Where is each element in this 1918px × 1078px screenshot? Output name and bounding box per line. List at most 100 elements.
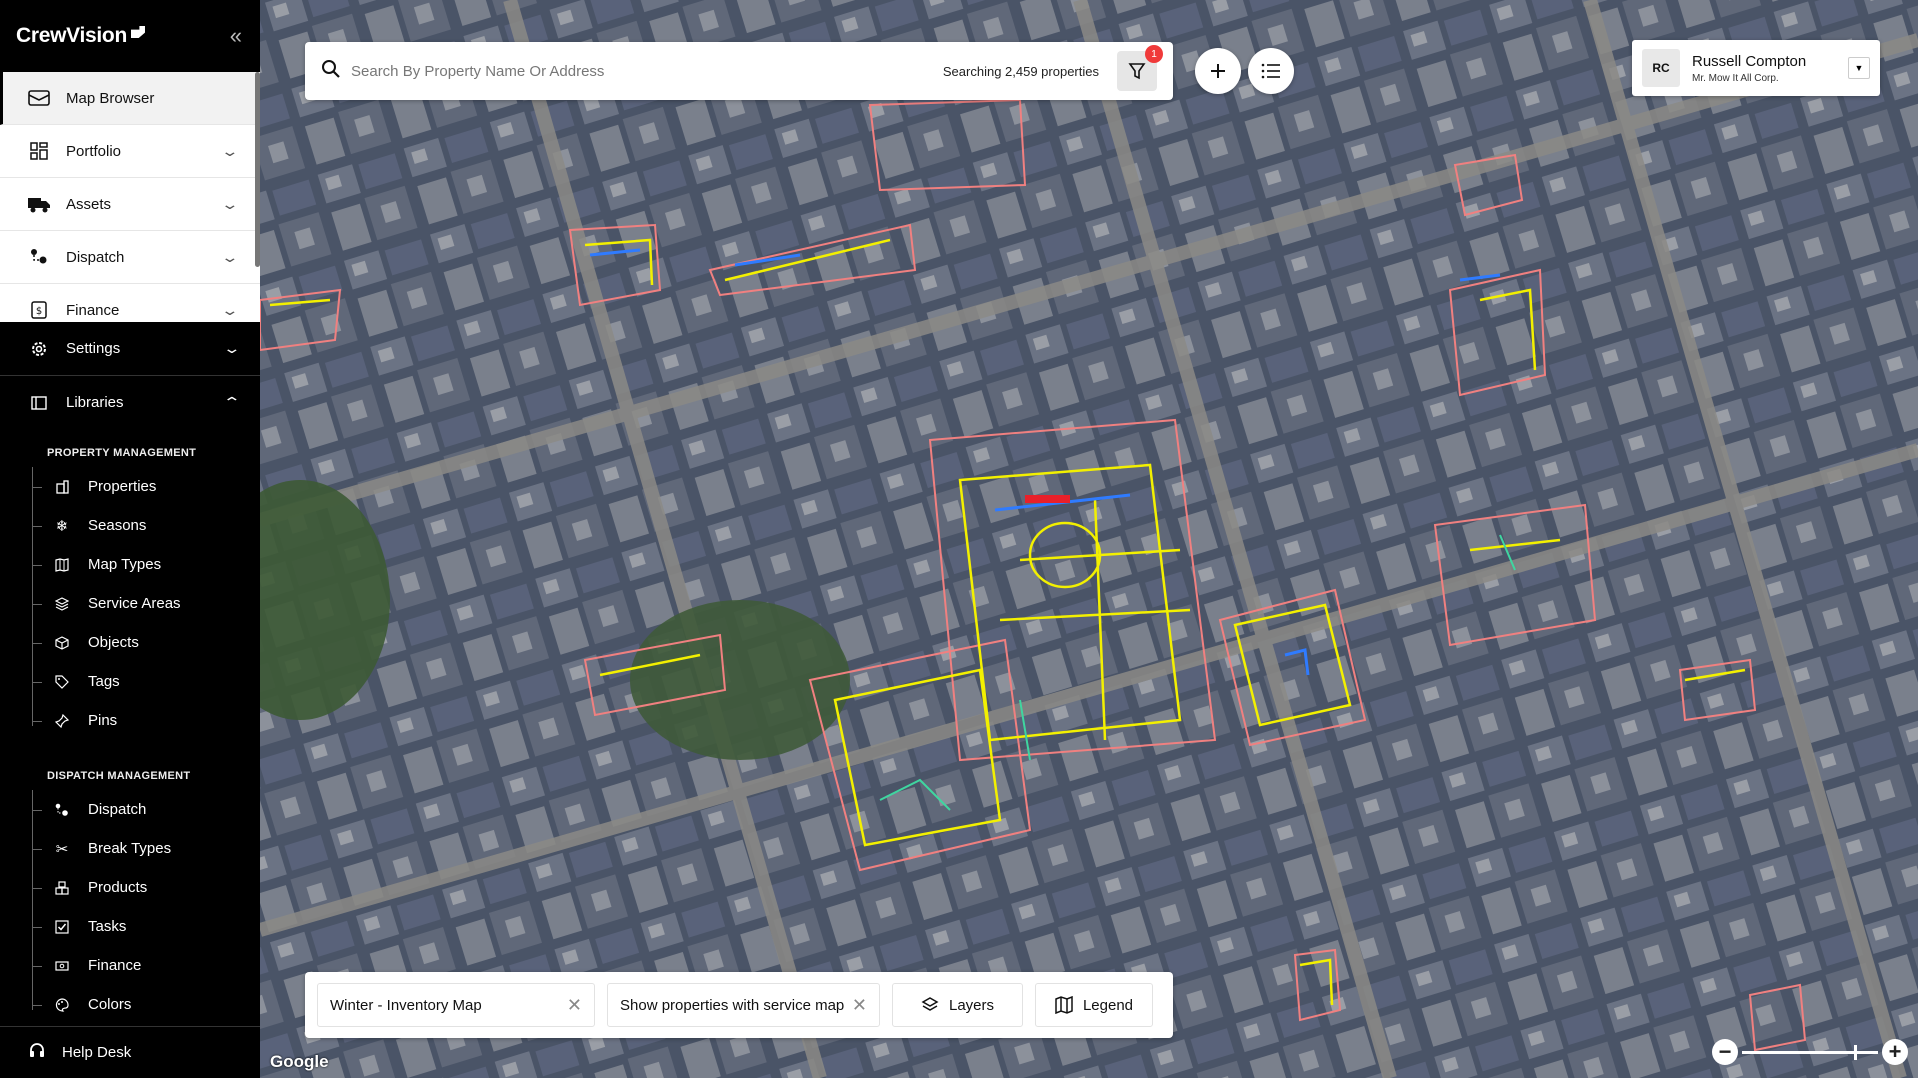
book-icon — [28, 395, 50, 410]
sidebar-item-label: Colors — [88, 996, 132, 1013]
menu-item-label: Map Browser — [66, 89, 155, 107]
snowflake-icon: ❄ — [55, 517, 69, 535]
dollar-icon: $ — [26, 299, 52, 321]
sidebar-item-colors[interactable]: Colors — [32, 985, 260, 1024]
sidebar-item-tags[interactable]: Tags — [32, 662, 260, 701]
chevron-up-icon: ⌃ — [222, 394, 242, 410]
list-view-button[interactable] — [1248, 48, 1294, 94]
menu-item-assets[interactable]: Assets ⌄ — [0, 178, 260, 231]
sidebar-item-label: Tags — [88, 673, 120, 690]
property-filter-value: Show properties with service map — [620, 996, 845, 1014]
chevron-down-icon: ⌄ — [222, 340, 242, 356]
avatar: RC — [1642, 49, 1680, 87]
sidebar-item-pins[interactable]: Pins — [32, 701, 260, 740]
user-menu[interactable]: RC Russell Compton Mr. Mow It All Corp. … — [1632, 40, 1880, 96]
user-name: Russell Compton — [1692, 52, 1807, 70]
brand-logo[interactable]: CrewVision — [16, 24, 145, 48]
chevron-down-icon: ⌄ — [220, 301, 240, 318]
search-icon[interactable] — [321, 59, 341, 84]
section-title-dispatch-management: DISPATCH MANAGEMENT — [47, 770, 191, 782]
help-desk-link[interactable]: Help Desk — [0, 1026, 260, 1078]
chevron-down-icon: ⌄ — [220, 248, 240, 265]
legend-button[interactable]: Legend — [1035, 983, 1153, 1027]
brand-mark-icon — [130, 26, 145, 38]
search-input[interactable] — [351, 62, 943, 80]
pin-icon — [54, 713, 70, 728]
dispatch-management-list: Dispatch ✂ Break Types Products Tasks Fi… — [32, 790, 260, 1024]
layers-icon — [921, 997, 939, 1011]
map-type-select[interactable]: Winter - Inventory Map ✕ — [317, 983, 595, 1027]
brand-header: CrewVision « — [0, 0, 260, 72]
map-type-value: Winter - Inventory Map — [330, 996, 482, 1014]
zoom-slider-thumb[interactable] — [1854, 1044, 1857, 1060]
sidebar-item-label: Tasks — [88, 918, 127, 935]
settings-libraries-menu: Settings ⌄ Libraries ⌃ PROPERTY MANAGEME… — [0, 322, 260, 1024]
map-attribution: Google — [270, 1052, 329, 1071]
menu-item-libraries[interactable]: Libraries ⌃ — [0, 376, 260, 429]
menu-item-settings[interactable]: Settings ⌄ — [0, 322, 260, 375]
zoom-out-button[interactable]: − — [1712, 1039, 1738, 1065]
folded-map-icon — [1055, 996, 1073, 1014]
sidebar-item-service-areas[interactable]: Service Areas — [32, 584, 260, 623]
dispatch-icon — [26, 246, 52, 268]
truck-icon — [26, 193, 52, 215]
sidebar-item-seasons[interactable]: ❄ Seasons — [32, 506, 260, 545]
sidebar-item-dispatch[interactable]: Dispatch — [32, 790, 260, 829]
sidebar-item-tasks[interactable]: Tasks — [32, 907, 260, 946]
grid-icon — [26, 140, 52, 162]
clear-icon[interactable]: ✕ — [852, 995, 867, 1016]
map-canvas[interactable]: Searching 2,459 properties 1 RC Russell … — [260, 0, 1918, 1078]
menu-item-map-browser[interactable]: Map Browser — [0, 72, 260, 125]
list-icon — [1261, 63, 1280, 79]
menu-item-dispatch[interactable]: Dispatch ⌄ — [0, 231, 260, 284]
filter-icon — [1128, 63, 1146, 80]
collapse-sidebar-icon[interactable]: « — [230, 23, 242, 49]
minus-icon: − — [1718, 1039, 1732, 1064]
boxes-icon — [54, 880, 70, 895]
sidebar-item-label: Products — [88, 879, 148, 896]
satellite-imagery — [260, 0, 1918, 1078]
tag-icon — [54, 674, 70, 689]
user-dropdown-button[interactable]: ▼ — [1848, 57, 1870, 79]
building-icon — [54, 479, 70, 494]
sidebar-item-finance[interactable]: Finance — [32, 946, 260, 985]
tools-icon: ✂ — [55, 840, 69, 858]
settings-label: Settings — [66, 340, 121, 357]
chevron-down-icon: ⌄ — [220, 195, 240, 212]
dispatch-icon — [54, 803, 70, 817]
money-icon — [54, 959, 70, 973]
layers-icon — [54, 596, 70, 611]
main-menu: Map Browser Portfolio ⌄ Assets ⌄ Dispatc… — [0, 72, 260, 322]
menu-item-label: Portfolio — [66, 142, 122, 160]
section-title-property-management: PROPERTY MANAGEMENT — [47, 447, 197, 459]
clear-icon[interactable]: ✕ — [567, 995, 582, 1016]
menu-item-finance[interactable]: $ Finance ⌄ — [0, 284, 260, 322]
menu-item-label: Assets — [66, 195, 112, 213]
checkbox-icon — [54, 919, 70, 934]
property-filter-select[interactable]: Show properties with service map ✕ — [607, 983, 880, 1027]
sidebar-item-map-types[interactable]: Map Types — [32, 545, 260, 584]
user-organization: Mr. Mow It All Corp. — [1692, 72, 1779, 84]
zoom-slider[interactable] — [1742, 1044, 1878, 1060]
sidebar-item-label: Finance — [88, 957, 142, 974]
chevron-down-icon: ⌄ — [220, 142, 240, 159]
sidebar-item-break-types[interactable]: ✂ Break Types — [32, 829, 260, 868]
headset-icon — [28, 1042, 46, 1064]
plus-icon: + — [1888, 1039, 1902, 1064]
menu-item-portfolio[interactable]: Portfolio ⌄ — [0, 125, 260, 178]
help-desk-label: Help Desk — [62, 1044, 132, 1061]
zoom-in-button[interactable]: + — [1882, 1039, 1908, 1065]
sidebar-item-label: Pins — [88, 712, 118, 729]
sidebar-item-products[interactable]: Products — [32, 868, 260, 907]
sidebar-item-objects[interactable]: Objects — [32, 623, 260, 662]
add-button[interactable] — [1195, 48, 1241, 94]
libraries-label: Libraries — [66, 394, 124, 411]
filter-count-badge: 1 — [1145, 45, 1163, 63]
layers-button[interactable]: Layers — [892, 983, 1023, 1027]
filter-button[interactable]: 1 — [1117, 45, 1163, 91]
zoom-control: − + — [1712, 1038, 1908, 1066]
sidebar-item-properties[interactable]: Properties — [32, 467, 260, 506]
sidebar-item-label: Service Areas — [88, 595, 181, 612]
sidebar-item-label: Map Types — [88, 556, 162, 573]
app-root: CrewVision « Map Browser Portfolio ⌄ Ass… — [0, 0, 1918, 1078]
